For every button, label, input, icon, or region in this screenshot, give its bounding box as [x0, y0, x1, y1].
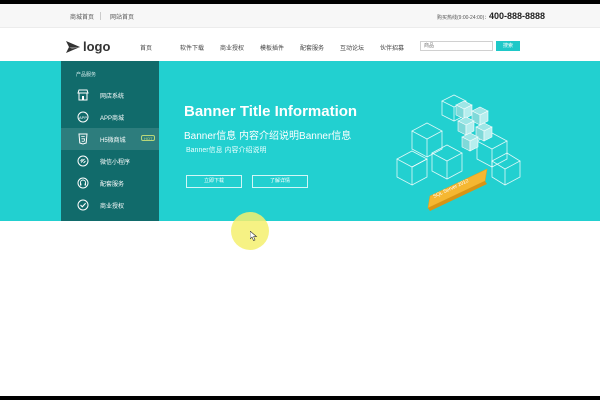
logo[interactable]: logo — [66, 39, 110, 54]
hero-banner: 产品服务 网店系统 APP APP商城 H5微商城 HOT 微信小程序 配套服务… — [0, 61, 600, 221]
sidebar-item-label: 配套服务 — [100, 182, 125, 188]
sidebar-item-label: 商业授权 — [100, 204, 125, 210]
nav-business-license[interactable]: 商业授权 — [220, 43, 244, 52]
search-button[interactable]: 搜索 — [496, 41, 520, 51]
sidebar-item-support[interactable]: 配套服务 — [61, 172, 159, 194]
download-now-button[interactable]: 立即下载 — [186, 175, 242, 188]
hot-badge: HOT — [141, 135, 156, 141]
app-icon: APP — [77, 111, 89, 123]
html5-icon — [78, 133, 88, 145]
browser-viewport: 商城首页 网站首页 购买热线(9:00-24:00)： 400-888-8888… — [0, 4, 600, 396]
sidebar-item-label: 微信小程序 — [100, 160, 131, 166]
nav-forum[interactable]: 互动论坛 — [340, 43, 364, 52]
nav-home[interactable]: 首页 — [140, 43, 152, 52]
database-cubes-illustration: SQL Server 2012 — [396, 94, 521, 211]
banner-subtitle: Banner信息 内容介绍说明Banner信息 — [184, 131, 352, 142]
mall-home-link[interactable]: 商城首页 — [70, 12, 94, 21]
paper-plane-icon — [66, 40, 80, 53]
banner-description: Banner信息 内容介绍说明 — [186, 147, 267, 154]
link-icon — [77, 155, 89, 167]
sidebar-header: 产品服务 — [76, 72, 97, 78]
check-circle-icon — [77, 199, 89, 211]
store-icon — [77, 89, 89, 101]
sidebar-item-label: APP商城 — [100, 116, 125, 122]
nav-support-services[interactable]: 配套服务 — [300, 43, 324, 52]
logo-text: logo — [83, 39, 111, 54]
sidebar-item-store-system[interactable]: 网店系统 — [61, 84, 159, 106]
sidebar-item-mini-program[interactable]: 微信小程序 — [61, 150, 159, 172]
sidebar-item-business-license[interactable]: 商业授权 — [61, 194, 159, 216]
product-sidebar: 产品服务 网店系统 APP APP商城 H5微商城 HOT 微信小程序 配套服务… — [61, 61, 159, 221]
site-home-link[interactable]: 网站首页 — [110, 12, 134, 21]
headset-icon — [77, 177, 89, 189]
mouse-cursor-icon — [250, 231, 258, 241]
sidebar-item-label: 网店系统 — [100, 94, 125, 100]
sidebar-item-app-mall[interactable]: APP APP商城 — [61, 106, 159, 128]
top-divider — [100, 12, 101, 20]
learn-more-button[interactable]: 了解详情 — [252, 175, 308, 188]
top-bar: 商城首页 网站首页 购买热线(9:00-24:00)： 400-888-8888 — [0, 4, 600, 28]
sidebar-item-h5-mall[interactable]: H5微商城 HOT — [61, 128, 159, 150]
main-nav: logo 首页 软件下载 商业授权 模板插件 配套服务 互动论坛 伙伴招募 搜索 — [0, 28, 600, 65]
nav-templates-plugins[interactable]: 模板插件 — [260, 43, 284, 52]
search-input[interactable] — [420, 41, 493, 51]
svg-text:APP: APP — [79, 115, 87, 120]
banner-title: Banner Title Information — [184, 103, 358, 120]
nav-partners[interactable]: 伙伴招募 — [380, 43, 404, 52]
nav-software-download[interactable]: 软件下载 — [180, 43, 204, 52]
hotline-label: 购买热线(9:00-24:00)： — [437, 15, 490, 21]
sidebar-item-label: H5微商城 — [100, 138, 126, 144]
hotline-number: 400-888-8888 — [489, 11, 546, 21]
